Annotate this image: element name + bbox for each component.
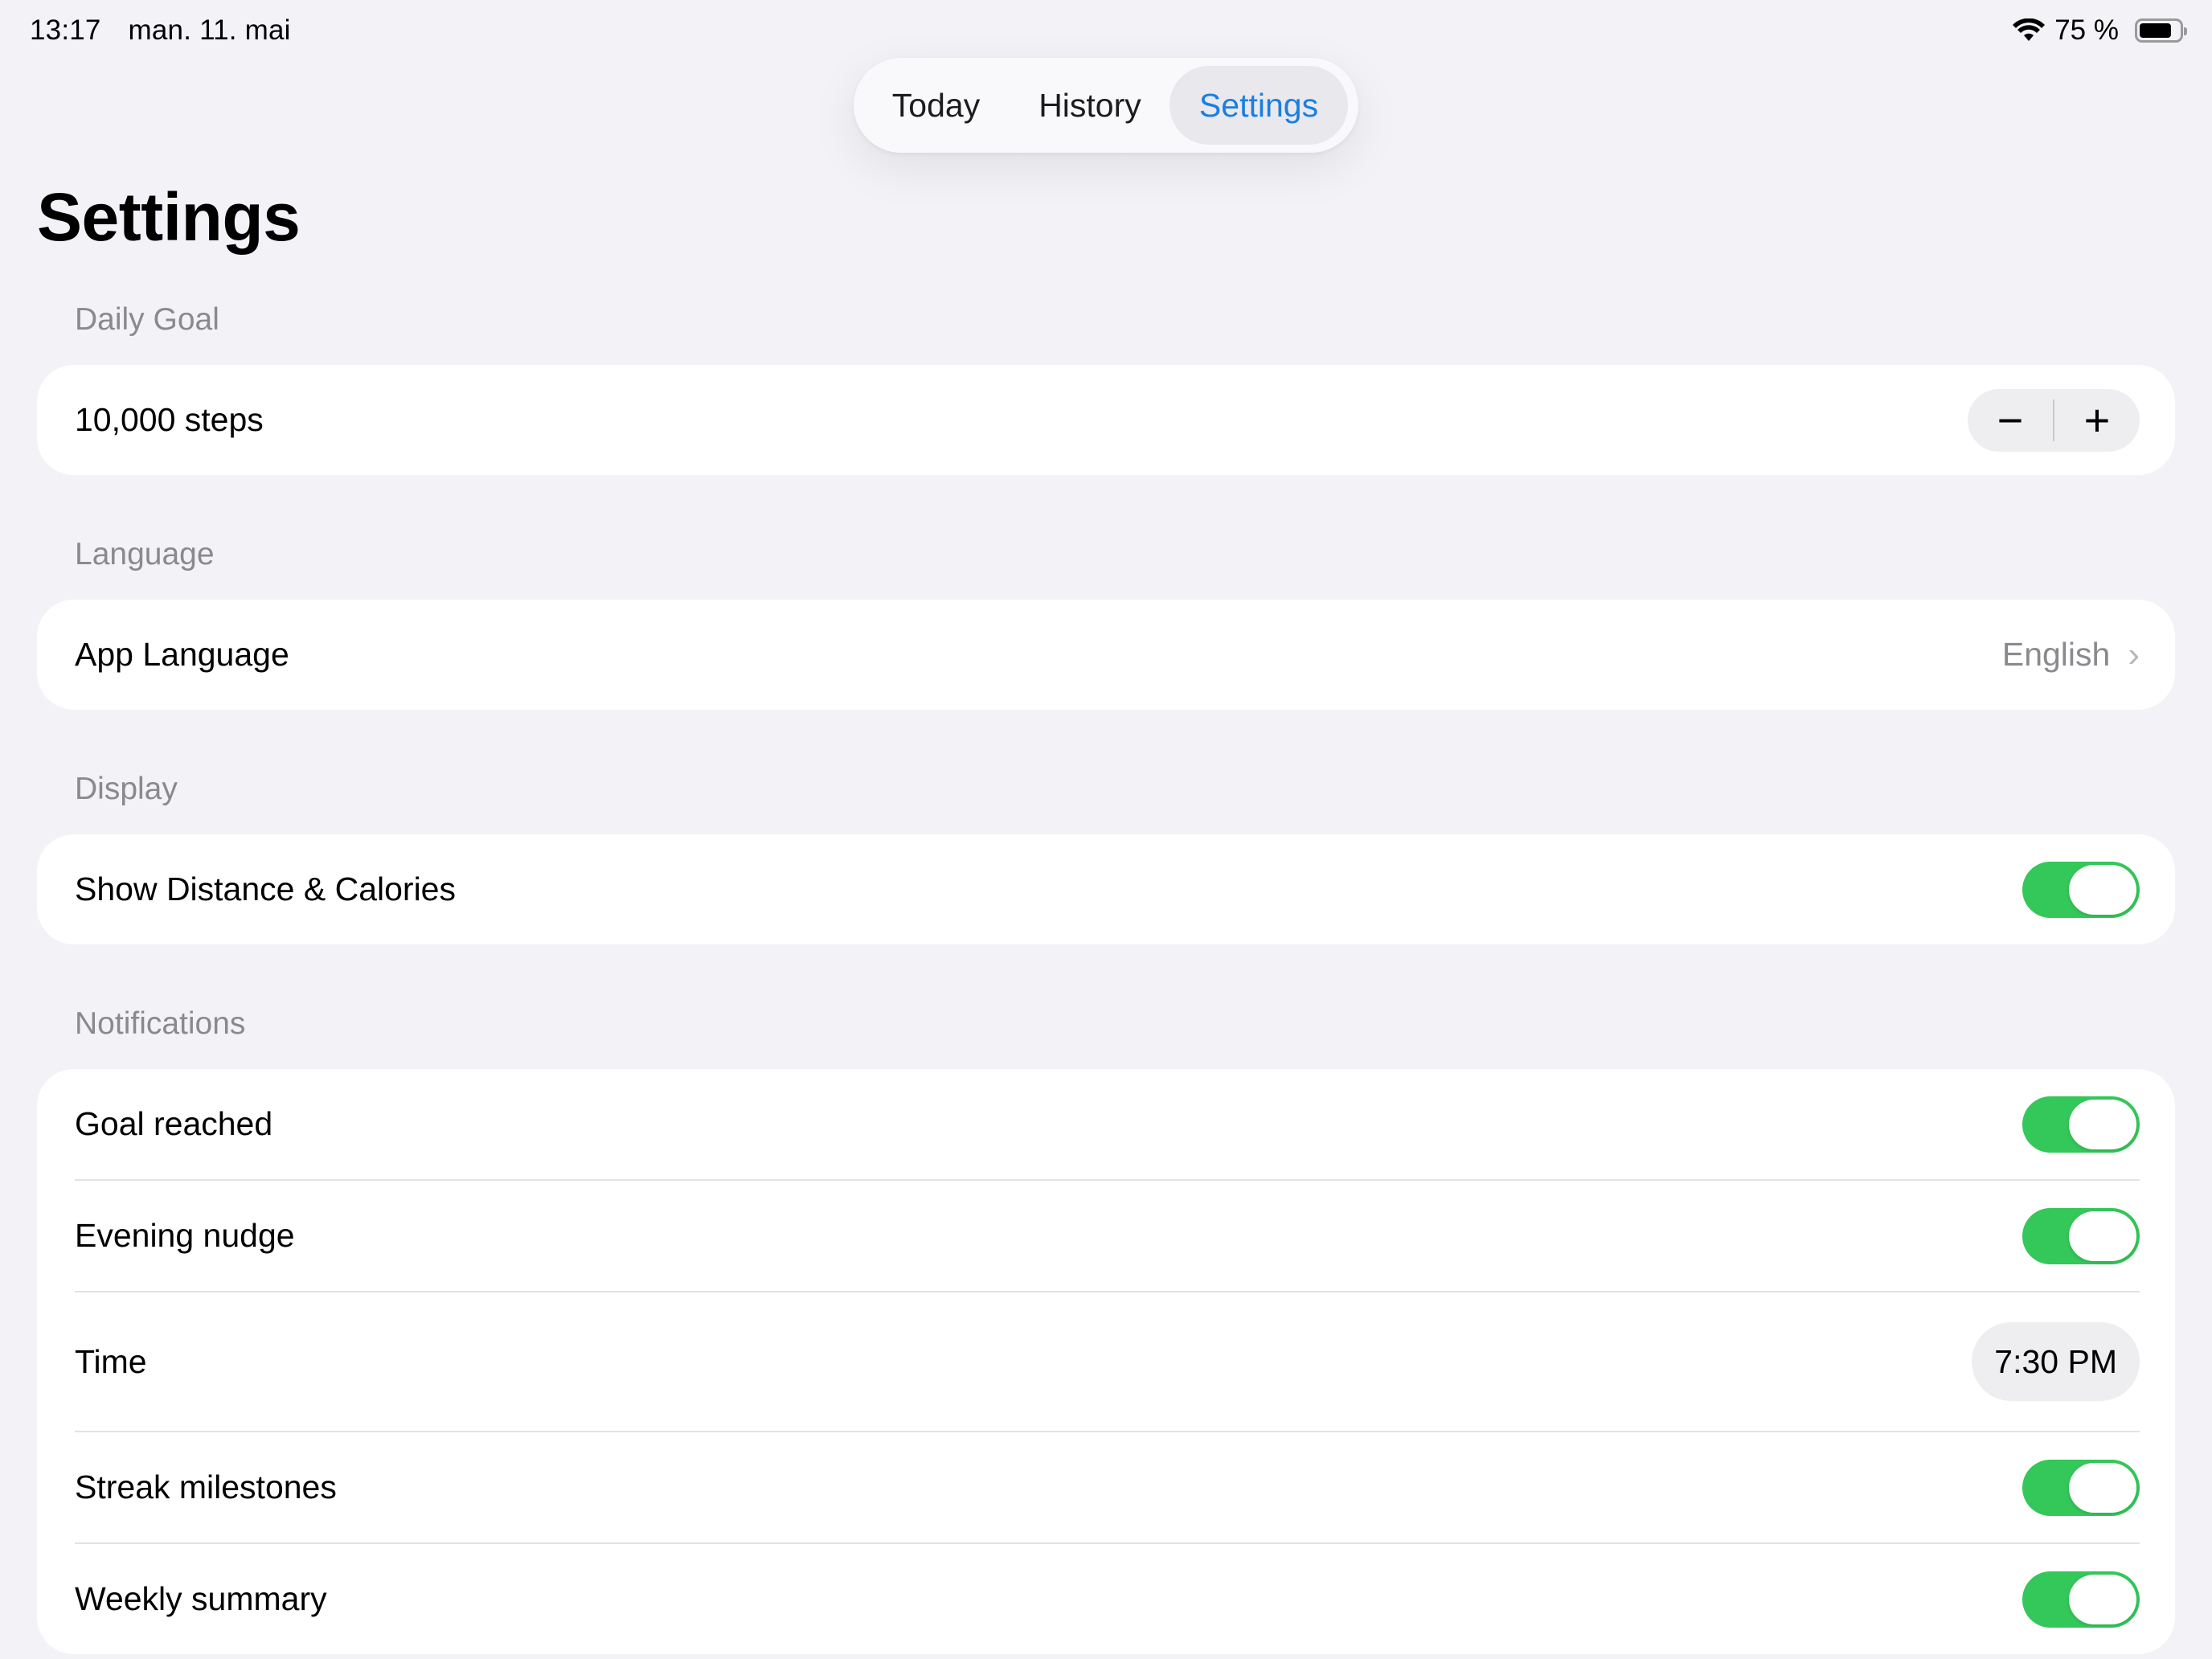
battery-fill: [2140, 23, 2171, 38]
time-label: Time: [75, 1342, 147, 1380]
notifications-card: Goal reached Evening nudge Time 7:30 PM …: [37, 1069, 2175, 1654]
daily-goal-card: 10,000 steps − +: [37, 365, 2175, 475]
show-distance-calories-toggle[interactable]: [2022, 861, 2140, 918]
evening-nudge-label: Evening nudge: [75, 1217, 295, 1254]
streak-milestones-row: Streak milestones: [37, 1432, 2175, 1542]
status-date: man. 11. mai: [128, 14, 291, 46]
goal-reached-label: Goal reached: [75, 1105, 273, 1142]
toggle-knob: [2069, 1210, 2136, 1261]
language-card: App Language English ›: [37, 600, 2175, 710]
section-header-display: Display: [75, 772, 178, 806]
steps-goal-label: 10,000 steps: [75, 401, 264, 438]
battery-percent: 75 %: [2054, 14, 2119, 46]
app-language-label: App Language: [75, 636, 289, 673]
status-bar: 13:17 man. 11. mai 75 %: [0, 0, 2212, 64]
app-language-row[interactable]: App Language English ›: [37, 600, 2175, 710]
time-picker[interactable]: 7:30 PM: [1972, 1322, 2140, 1401]
toggle-knob: [2069, 1462, 2136, 1513]
evening-nudge-toggle[interactable]: [2022, 1207, 2140, 1264]
toggle-knob: [2069, 864, 2136, 915]
time-row: Time 7:30 PM: [37, 1292, 2175, 1431]
toggle-knob: [2069, 1574, 2136, 1624]
weekly-summary-toggle[interactable]: [2022, 1571, 2140, 1628]
toggle-knob: [2069, 1099, 2136, 1149]
section-header-daily-goal: Daily Goal: [75, 302, 219, 337]
goal-reached-toggle[interactable]: [2022, 1096, 2140, 1153]
tab-history[interactable]: History: [1010, 66, 1169, 145]
increment-button[interactable]: +: [2054, 389, 2140, 452]
show-distance-calories-label: Show Distance & Calories: [75, 870, 456, 907]
daily-goal-row: 10,000 steps − +: [37, 365, 2175, 475]
streak-milestones-toggle[interactable]: [2022, 1459, 2140, 1516]
steps-stepper: − +: [1968, 388, 2140, 452]
battery-icon: [2135, 18, 2187, 43]
weekly-summary-label: Weekly summary: [75, 1580, 327, 1617]
display-card: Show Distance & Calories: [37, 834, 2175, 944]
tab-settings[interactable]: Settings: [1169, 66, 1348, 145]
decrement-button[interactable]: −: [1968, 389, 2053, 452]
page-title: Settings: [37, 179, 301, 255]
status-time: 13:17: [30, 14, 101, 46]
show-distance-calories-row: Show Distance & Calories: [37, 834, 2175, 944]
tab-bar: Today History Settings: [854, 58, 1358, 153]
section-header-language: Language: [75, 537, 215, 571]
streak-milestones-label: Streak milestones: [75, 1469, 337, 1505]
weekly-summary-row: Weekly summary: [37, 1544, 2175, 1654]
tab-today[interactable]: Today: [862, 66, 1010, 145]
status-right: 75 %: [2013, 14, 2187, 47]
evening-nudge-row: Evening nudge: [37, 1181, 2175, 1291]
section-header-notifications: Notifications: [75, 1006, 246, 1041]
status-left: 13:17 man. 11. mai: [30, 14, 310, 47]
app-language-value: English: [2001, 636, 2111, 673]
chevron-right-icon: ›: [2128, 634, 2140, 674]
goal-reached-row: Goal reached: [37, 1069, 2175, 1179]
wifi-icon: [2013, 18, 2046, 41]
